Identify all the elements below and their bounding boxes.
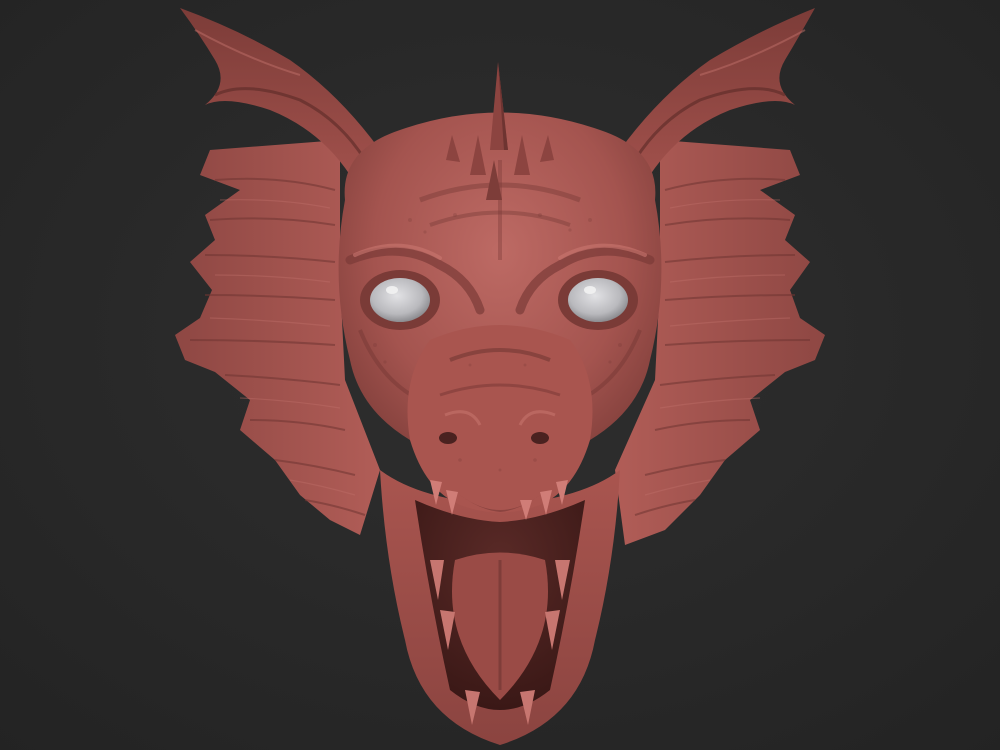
left-nostril [439, 432, 457, 444]
sculpt-viewport[interactable] [0, 0, 1000, 750]
right-eye [558, 270, 638, 330]
dragon-head-sculpt [0, 0, 1000, 750]
right-nostril [531, 432, 549, 444]
left-eye [360, 270, 440, 330]
